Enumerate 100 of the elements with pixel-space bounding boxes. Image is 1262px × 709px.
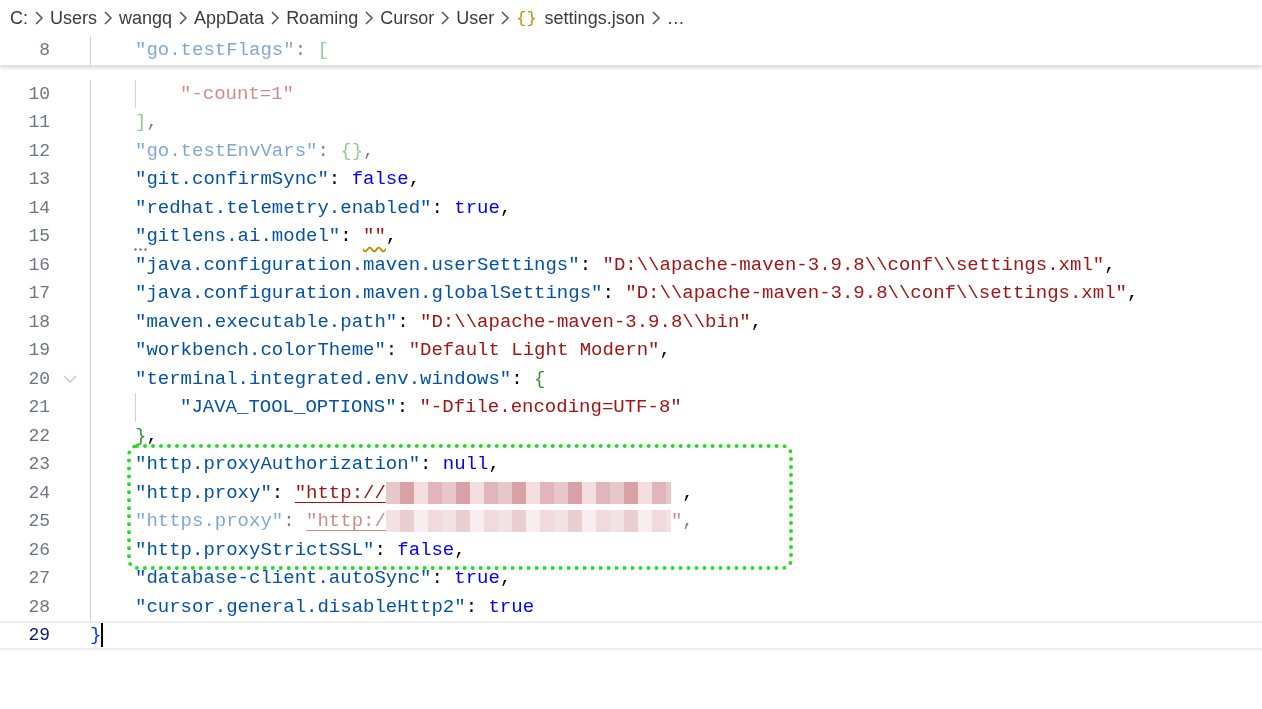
code-token: {} <box>340 139 364 162</box>
line-number: 19 <box>27 340 50 361</box>
code-token: "" <box>363 225 386 248</box>
code-token: "Default Light Modern" <box>408 339 660 362</box>
chevron-down-icon[interactable] <box>63 373 77 384</box>
code-token: , <box>499 567 512 590</box>
breadcrumb-item[interactable]: User <box>456 7 495 29</box>
code-token: "gitlens.ai.model" <box>135 225 341 248</box>
line-number: 27 <box>27 568 50 589</box>
code-token: "go.testEnvVars" <box>135 139 318 162</box>
line-number: 8 <box>38 40 50 61</box>
line-number: 15 <box>27 226 50 247</box>
code-token: : <box>511 367 524 390</box>
text-cursor <box>101 623 104 648</box>
line-number: 21 <box>27 397 50 418</box>
code-token: : <box>431 196 444 219</box>
code-token: "terminal.integrated.env.windows" <box>135 367 512 390</box>
breadcrumb-item[interactable]: wangq <box>119 7 173 29</box>
line-number: 20 <box>27 368 50 389</box>
code-token: "http.proxy" <box>135 481 272 504</box>
code-token: , <box>454 538 466 561</box>
line-number: 22 <box>27 425 50 446</box>
code-token: false <box>397 538 455 561</box>
code-token: , <box>146 424 158 447</box>
code-token: "java.configuration.maven.globalSettings" <box>135 282 603 305</box>
line-number: 25 <box>27 511 50 532</box>
code-token: , <box>499 196 512 219</box>
breadcrumb-item[interactable]: AppData <box>194 7 265 29</box>
code-token: "https.proxy" <box>135 510 284 533</box>
code-token: , <box>488 453 500 476</box>
line-number: 14 <box>27 197 50 218</box>
code-token: "http:/ <box>306 510 386 533</box>
code-token: : <box>340 225 353 248</box>
line-number: 10 <box>27 83 50 104</box>
line-number: 23 <box>27 454 50 475</box>
code-token: : <box>374 538 387 561</box>
line-number: 18 <box>27 311 50 332</box>
line-number: 24 <box>27 482 50 503</box>
code-token: "D:\\apache-maven-3.9.8\\conf\\settings.xml" <box>625 282 1127 305</box>
code-token: "cursor.general.disableHttp2" <box>135 595 466 618</box>
chevron-right-icon <box>364 11 375 25</box>
chevron-right-icon <box>500 11 511 25</box>
code-token: : <box>397 310 410 333</box>
code-token: "redhat.telemetry.enabled" <box>135 196 432 219</box>
code-token: : <box>396 396 410 419</box>
json-file-icon: {} <box>516 8 537 28</box>
code-token: : <box>294 39 308 62</box>
code-token: , <box>146 111 158 134</box>
code-token: : <box>328 168 342 191</box>
chevron-right-icon <box>178 11 189 25</box>
code-token: "java.configuration.maven.userSettings" <box>135 253 580 276</box>
code-token: , <box>682 510 694 533</box>
line-number: 11 <box>27 112 50 133</box>
breadcrumb-item[interactable]: Users <box>50 7 97 29</box>
code-token: { <box>534 367 546 390</box>
breadcrumb-item[interactable]: settings.json <box>544 7 645 29</box>
code-token: , <box>385 225 398 248</box>
code-token: : <box>465 595 479 618</box>
code-token: , <box>1104 253 1116 276</box>
code-token: "D:\\apache-maven-3.9.8\\conf\\settings.xml" <box>602 253 1105 276</box>
code-token: "D:\\apache-maven-3.9.8\\bin" <box>420 310 751 333</box>
line-number: 12 <box>27 140 50 161</box>
code-token: : <box>431 567 444 590</box>
code-token: : <box>317 139 330 162</box>
code-token: , <box>750 310 763 333</box>
code-token: } <box>135 424 147 447</box>
code-token: true <box>454 567 500 590</box>
breadcrumb-item[interactable]: Roaming <box>286 7 359 29</box>
line-number: 17 <box>27 283 50 304</box>
chevron-right-icon <box>270 11 281 25</box>
code-token: : <box>602 282 615 305</box>
code-token: , <box>1127 282 1139 305</box>
breadcrumb-item[interactable]: Cursor <box>380 7 435 29</box>
code-token: true <box>454 196 500 219</box>
line-number: 26 <box>27 539 50 560</box>
line-number: 28 <box>27 596 50 617</box>
code-token: : <box>271 481 285 504</box>
code-token: "git.confirmSync" <box>135 168 329 191</box>
code-token: "http:// <box>294 481 386 504</box>
code-token: "database-client.autoSync" <box>135 567 432 590</box>
code-token: "http.proxyStrictSSL" <box>135 538 375 561</box>
chevron-right-icon <box>440 11 451 25</box>
breadcrumb-item[interactable]: C: <box>10 7 28 29</box>
code-token: , <box>681 481 694 504</box>
line-number: 16 <box>27 254 50 275</box>
code-token: : <box>420 453 433 476</box>
code-token: "-Dfile.encoding=UTF-8" <box>419 396 682 419</box>
code-token: : <box>283 510 296 533</box>
code-token: , <box>659 339 671 362</box>
code-token: false <box>351 168 409 191</box>
chevron-right-icon <box>34 11 44 25</box>
code-token: " <box>670 510 683 533</box>
code-token: "http.proxyAuthorization" <box>135 453 421 476</box>
chevron-right-icon <box>650 11 661 25</box>
code-token: , <box>408 168 421 191</box>
line-number: 13 <box>27 169 50 190</box>
code-token: "maven.executable.path" <box>135 310 398 333</box>
chevron-right-icon <box>103 11 113 25</box>
breadcrumb-item[interactable]: … <box>666 7 685 29</box>
code-token: "go.testFlags" <box>135 39 295 62</box>
